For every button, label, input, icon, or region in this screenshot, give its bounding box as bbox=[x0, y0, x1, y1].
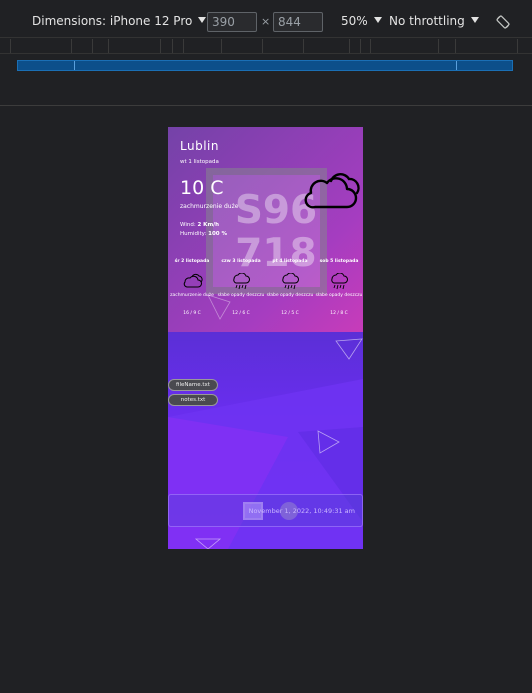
chevron-down-icon bbox=[373, 17, 382, 23]
cloud-icon bbox=[183, 273, 203, 288]
forecast-day: sob 5 listopada słabe opady deszczu 12 /… bbox=[315, 259, 363, 316]
forecast-day-label: czw 3 listopada bbox=[221, 259, 261, 264]
throttling-label: No throttling bbox=[389, 14, 465, 28]
forecast-temperature: 12 / 6 C bbox=[232, 311, 250, 316]
forecast-day: śr 2 listopada zachmurzenie duże 16 / 9 … bbox=[168, 259, 216, 316]
humidity-label: Humidity: bbox=[180, 231, 209, 237]
status-card: November 1, 2022, 10:49:31 am bbox=[168, 494, 363, 527]
forecast-temperature: 12 / 8 C bbox=[330, 311, 348, 316]
forecast-temperature: 12 / 5 C bbox=[281, 311, 299, 316]
chevron-down-icon bbox=[470, 17, 479, 23]
media-query-bar[interactable] bbox=[17, 60, 513, 71]
zoom-label: 50% bbox=[341, 14, 368, 28]
humidity-value: 100 % bbox=[208, 231, 228, 237]
media-query-ruler bbox=[0, 37, 532, 54]
forecast-condition: zachmurzenie duże bbox=[170, 293, 214, 298]
forecast-day-label: pt 4 listopada bbox=[272, 259, 308, 264]
divider bbox=[0, 105, 532, 106]
wind-info: Wind: 2 Km/h bbox=[180, 222, 219, 228]
forecast-day: pt 4 listopada słabe opady deszczu 12 / … bbox=[266, 259, 314, 316]
current-temperature: 10 C bbox=[180, 177, 224, 199]
humidity-info: Humidity: 100 % bbox=[180, 231, 227, 237]
file-button-filename[interactable]: fileName.txt bbox=[168, 379, 218, 391]
forecast-temperature: 16 / 9 C bbox=[183, 311, 201, 316]
width-input[interactable] bbox=[207, 12, 257, 32]
forecast-day: czw 3 listopada słabe opady deszczu 12 /… bbox=[217, 259, 265, 316]
wind-value: 2 Km/h bbox=[197, 222, 220, 228]
height-input[interactable] bbox=[273, 12, 323, 32]
wind-label: Wind: bbox=[180, 222, 198, 228]
forecast-condition: słabe opady deszczu bbox=[217, 293, 265, 298]
rain-cloud-icon bbox=[282, 273, 299, 290]
forecast-day-label: śr 2 listopada bbox=[174, 259, 210, 264]
forecast-day-label: sob 5 listopada bbox=[319, 259, 359, 264]
throttling-dropdown[interactable]: No throttling bbox=[389, 14, 479, 28]
dimensions-dropdown[interactable]: Dimensions: iPhone 12 Pro bbox=[32, 14, 207, 28]
rain-cloud-icon bbox=[331, 273, 348, 290]
city-name: Lublin bbox=[180, 139, 219, 153]
zoom-dropdown[interactable]: 50% bbox=[341, 14, 382, 28]
rain-cloud-icon bbox=[233, 273, 250, 290]
status-timestamp: November 1, 2022, 10:49:31 am bbox=[248, 507, 355, 515]
forecast-condition: słabe opady deszczu bbox=[315, 293, 363, 298]
current-date: wt 1 listopada bbox=[180, 159, 219, 165]
file-button-notes[interactable]: notes.txt bbox=[168, 394, 218, 406]
cloud-icon bbox=[304, 173, 360, 209]
chevron-down-icon bbox=[198, 17, 207, 23]
current-condition: zachmurzenie duże bbox=[180, 203, 239, 210]
forecast-condition: słabe opady deszczu bbox=[266, 293, 314, 298]
dimensions-label: Dimensions: iPhone 12 Pro bbox=[32, 14, 193, 28]
times-sign: × bbox=[261, 15, 271, 28]
rotate-icon[interactable] bbox=[495, 14, 511, 30]
device-viewport: Lublin wt 1 listopada S96 718 10 C zachm… bbox=[168, 127, 363, 549]
